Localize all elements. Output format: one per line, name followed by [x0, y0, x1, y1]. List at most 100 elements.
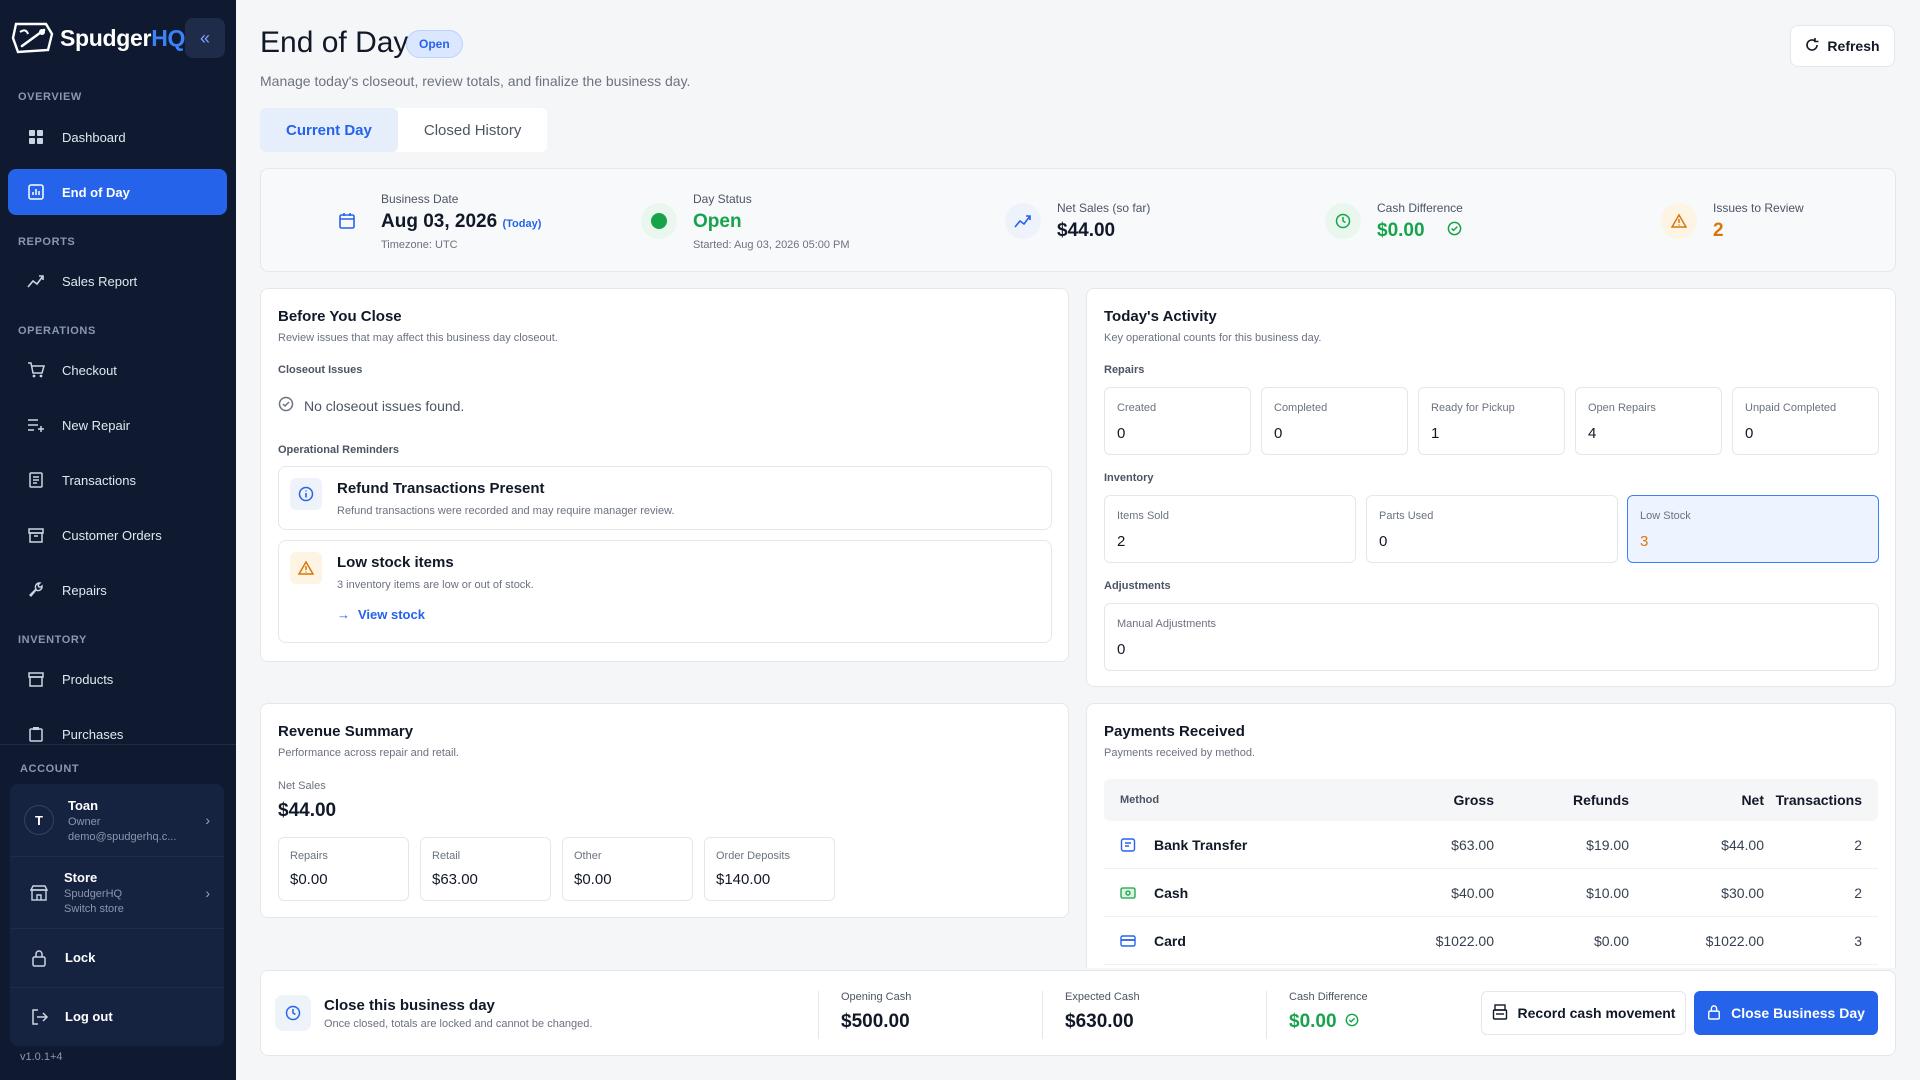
- tab-current-day[interactable]: Current Day: [260, 108, 398, 152]
- logout-button[interactable]: Log out: [10, 987, 224, 1046]
- sidebar-item-purchases[interactable]: Purchases: [8, 711, 227, 757]
- revenue-repairs: Repairs $0.00: [278, 837, 409, 901]
- card-title: Payments Received: [1104, 723, 1245, 740]
- table-row[interactable]: Card $1022.00 $0.00 $1022.00 3: [1104, 917, 1878, 965]
- sidebar-item-sales-report[interactable]: Sales Report: [8, 258, 227, 304]
- store-name: SpudgerHQ: [64, 888, 123, 900]
- sidebar: SpudgerHQ « OVERVIEW Dashboard End of Da…: [0, 0, 236, 1080]
- column-method: Method: [1120, 794, 1160, 806]
- close-day-subtitle: Once closed, totals are locked and canno…: [324, 1018, 593, 1030]
- warning-icon: [290, 552, 322, 584]
- expected-cash: Expected Cash $630.00: [1042, 991, 1140, 1039]
- clock-icon: [1325, 203, 1361, 239]
- net-sales-label: Net Sales: [278, 780, 326, 792]
- day-status-value: Open: [693, 210, 742, 232]
- repairs-section-label: Repairs: [1104, 364, 1145, 376]
- user-account-button[interactable]: T Toan Owner demo@spudgerhq.c... ›: [10, 784, 224, 856]
- sidebar-item-transactions[interactable]: Transactions: [8, 457, 227, 503]
- add-list-icon: [24, 413, 48, 437]
- inventory-section-label: Inventory: [1104, 472, 1154, 484]
- refresh-label: Refresh: [1827, 38, 1880, 54]
- view-stock-label: View stock: [358, 607, 425, 622]
- sidebar-item-products[interactable]: Products: [8, 656, 227, 702]
- sidebar-item-customer-orders[interactable]: Customer Orders: [8, 512, 227, 558]
- card-subtitle: Payments received by method.: [1104, 747, 1256, 759]
- sidebar-item-repairs[interactable]: Repairs: [8, 567, 227, 613]
- page-title: End of Day: [260, 26, 409, 59]
- store-switcher-button[interactable]: Store SpudgerHQ Switch store ›: [10, 856, 224, 928]
- chevron-right-icon: ›: [205, 812, 210, 828]
- reminder-low-stock: Low stock items 3 inventory items are lo…: [278, 540, 1052, 643]
- table-row[interactable]: Cash $40.00 $10.00 $30.00 2: [1104, 869, 1878, 917]
- cash-difference-label: Cash Difference: [1377, 200, 1463, 215]
- reminder-refunds: Refund Transactions Present Refund trans…: [278, 466, 1052, 530]
- double-chevron-left-icon: «: [199, 27, 210, 48]
- chart-icon: [24, 180, 48, 204]
- sidebar-item-label: End of Day: [62, 184, 130, 200]
- refresh-icon: [1805, 37, 1819, 55]
- table-row[interactable]: Bank Transfer $63.00 $19.00 $44.00 2: [1104, 821, 1878, 869]
- main-content: End of Day Open Manage today's closeout,…: [236, 0, 1920, 1080]
- archive-icon: [24, 667, 48, 691]
- table-header: Method Gross Refunds Net Transactions: [1104, 779, 1878, 821]
- calendar-icon: [329, 203, 365, 239]
- cash-difference-summary: Cash Difference $0.00: [1325, 169, 1463, 273]
- stat-parts-used: Parts Used 0: [1366, 495, 1618, 563]
- user-role: Owner: [68, 815, 101, 828]
- card-subtitle: Review issues that may affect this busin…: [278, 332, 558, 344]
- status-dot-icon: [641, 203, 677, 239]
- nav-section-account: ACCOUNT: [20, 763, 80, 775]
- sidebar-item-new-repair[interactable]: New Repair: [8, 402, 227, 448]
- today-tag: (Today): [502, 217, 542, 230]
- todays-activity-card: Today's Activity Key operational counts …: [1086, 288, 1896, 687]
- sidebar-item-label: Dashboard: [62, 129, 126, 145]
- sidebar-item-label: Transactions: [62, 472, 136, 488]
- collapse-sidebar-button[interactable]: «: [185, 18, 225, 58]
- card-title: Revenue Summary: [278, 723, 414, 740]
- stat-repairs-completed: Completed 0: [1261, 387, 1408, 455]
- operational-reminders-label: Operational Reminders: [278, 444, 400, 456]
- opening-cash: Opening Cash $500.00: [818, 991, 911, 1039]
- sidebar-item-label: Purchases: [62, 726, 124, 742]
- column-gross: Gross: [1453, 792, 1494, 808]
- clipboard-icon: [24, 722, 48, 746]
- lock-button[interactable]: Lock: [10, 928, 224, 987]
- page-subtitle: Manage today's closeout, review totals, …: [260, 73, 691, 89]
- card-title: Before You Close: [278, 308, 402, 325]
- cash-icon: [1120, 869, 1142, 916]
- day-status-label: Day Status: [693, 191, 752, 206]
- revenue-order-deposits: Order Deposits $140.00: [704, 837, 835, 901]
- view-stock-link[interactable]: → View stock: [337, 607, 425, 622]
- record-cash-movement-button[interactable]: Record cash movement: [1481, 991, 1686, 1035]
- business-date-summary: Business Date Aug 03, 2026 (Today) Timez…: [329, 169, 541, 273]
- revenue-summary-card: Revenue Summary Performance across repai…: [260, 703, 1069, 918]
- stat-low-stock[interactable]: Low Stock 3: [1627, 495, 1879, 563]
- tab-closed-history[interactable]: Closed History: [398, 108, 548, 152]
- cash-difference-value: $0.00: [1377, 219, 1425, 241]
- switch-store-label: Switch store: [64, 903, 124, 915]
- sidebar-item-dashboard[interactable]: Dashboard: [8, 114, 227, 160]
- sidebar-item-end-of-day[interactable]: End of Day: [8, 169, 227, 215]
- sidebar-item-label: Checkout: [62, 362, 117, 378]
- card-subtitle: Performance across repair and retail.: [278, 747, 459, 759]
- card-icon: [1120, 917, 1142, 964]
- close-business-day-button[interactable]: Close Business Day: [1694, 991, 1878, 1035]
- trend-icon: [24, 269, 48, 293]
- day-summary-bar: Business Date Aug 03, 2026 (Today) Timez…: [260, 168, 1896, 272]
- lock-icon: [1707, 1004, 1721, 1023]
- arrow-right-icon: →: [337, 607, 350, 622]
- user-name: Toan: [68, 797, 99, 813]
- net-sales-value: $44.00: [278, 800, 337, 821]
- net-sales-summary: Net Sales (so far) $44.00: [1005, 169, 1150, 273]
- stat-manual-adjustments: Manual Adjustments 0: [1104, 603, 1879, 671]
- refresh-button[interactable]: Refresh: [1790, 25, 1895, 67]
- warning-icon: [1661, 203, 1697, 239]
- column-transactions: Transactions: [1775, 792, 1862, 808]
- wrench-icon: [24, 578, 48, 602]
- reminder-description: 3 inventory items are low or out of stoc…: [337, 579, 534, 591]
- sidebar-item-label: Repairs: [62, 582, 107, 598]
- timezone-label: Timezone: UTC: [381, 238, 458, 251]
- payment-method: Card: [1154, 932, 1186, 949]
- stat-ready-for-pickup: Ready for Pickup 1: [1418, 387, 1565, 455]
- sidebar-item-checkout[interactable]: Checkout: [8, 347, 227, 393]
